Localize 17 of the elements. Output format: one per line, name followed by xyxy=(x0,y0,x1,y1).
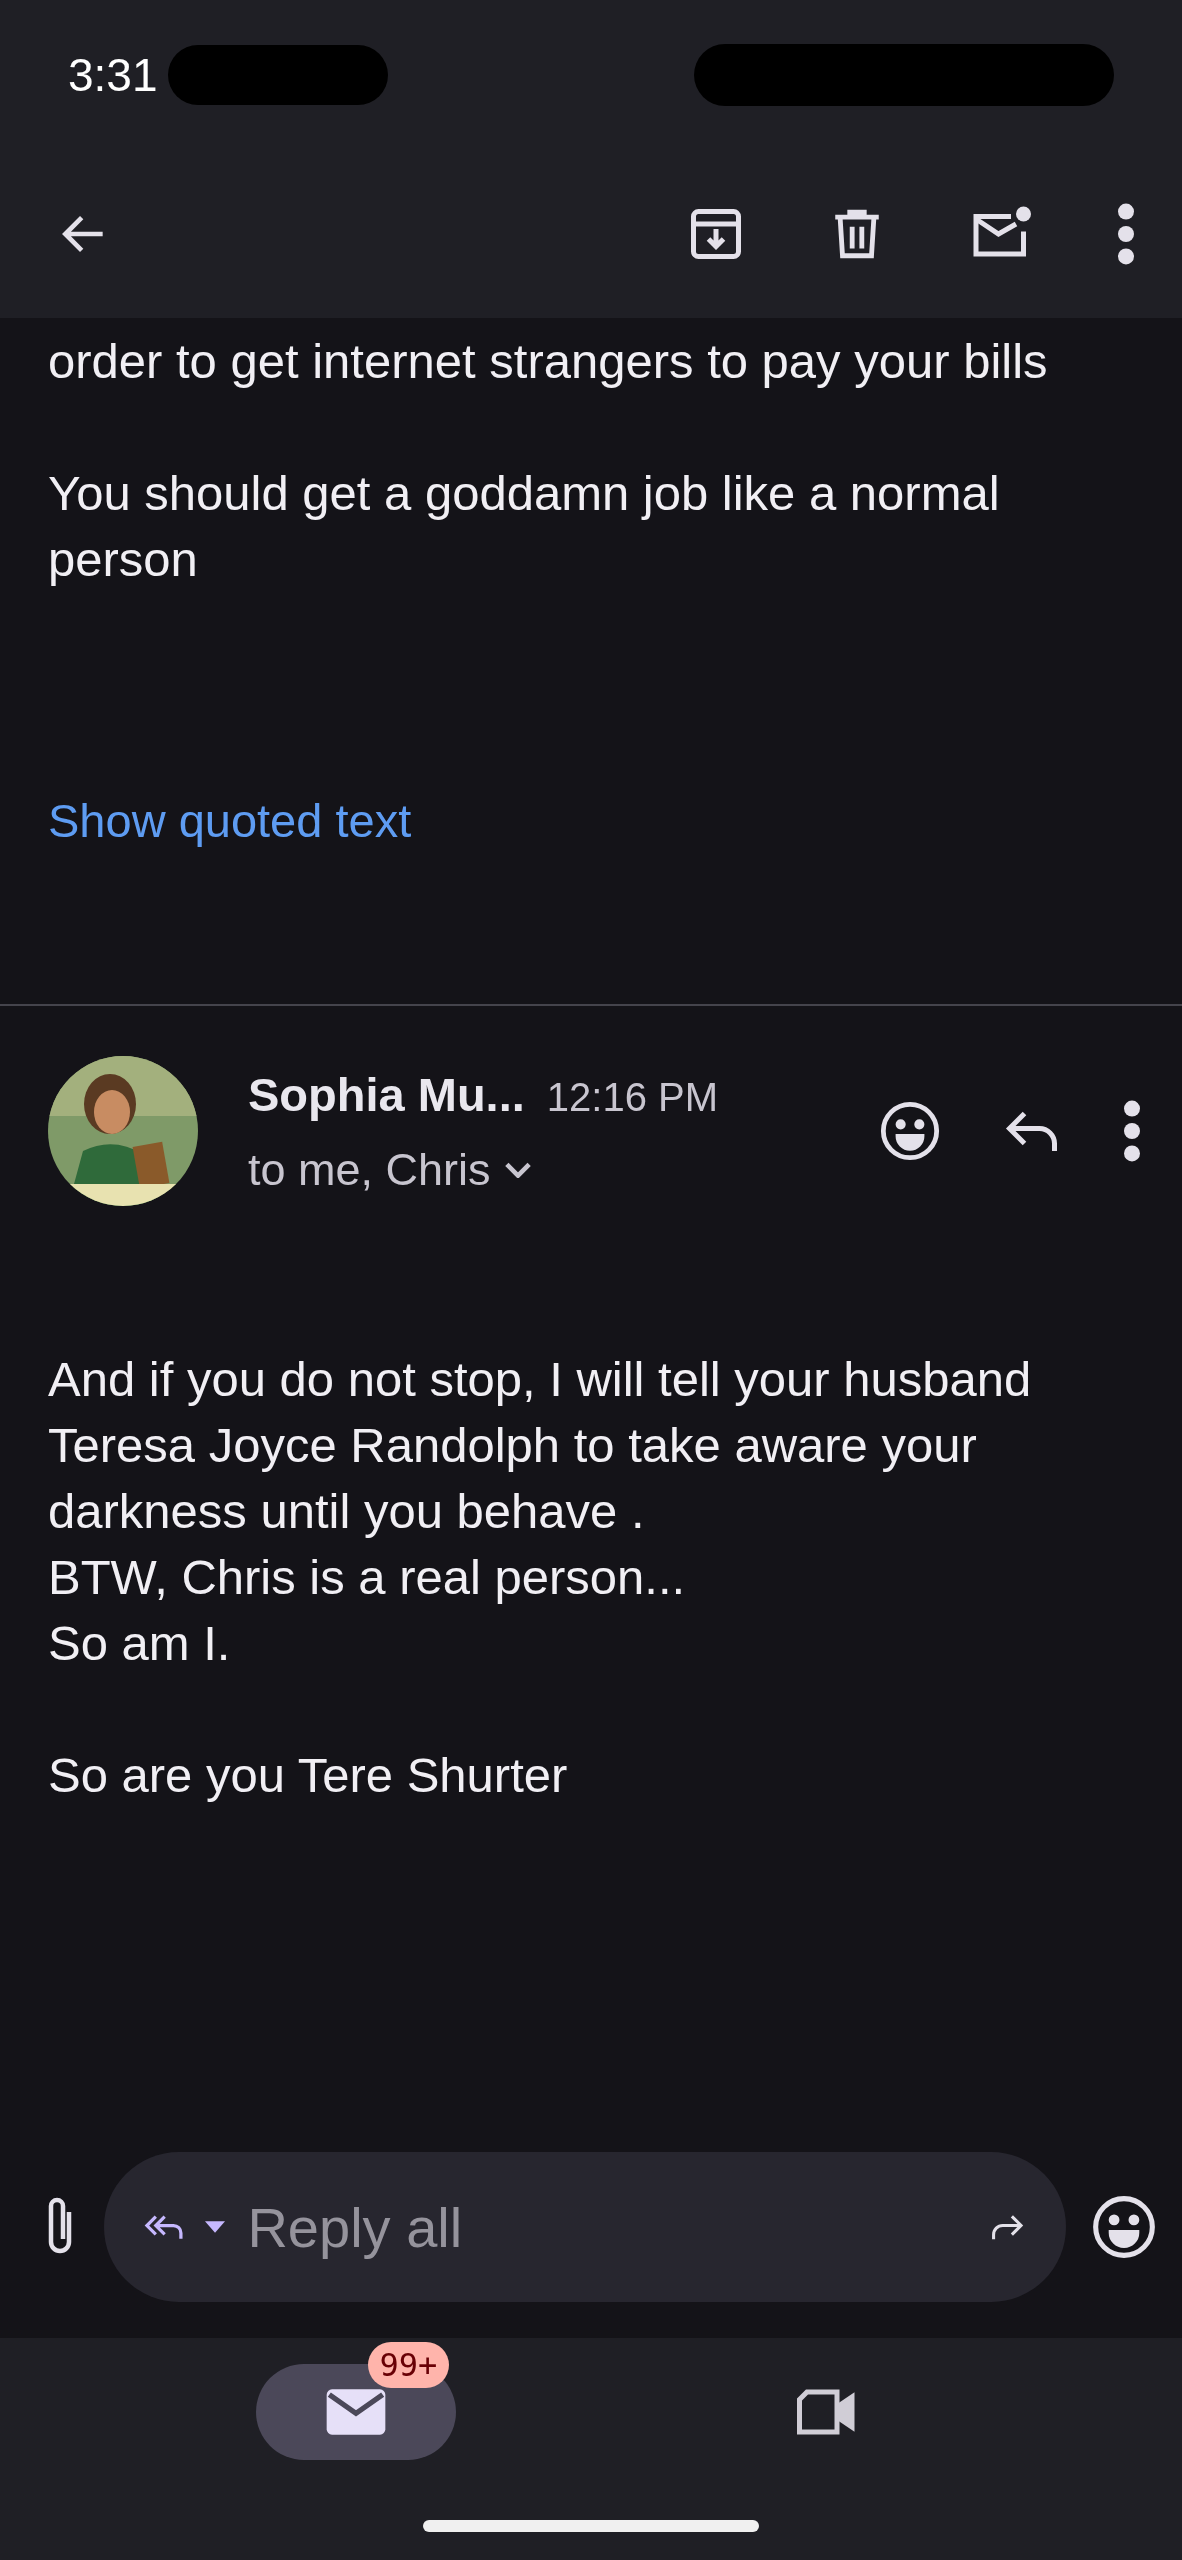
status-time: 3:31 xyxy=(68,48,158,102)
message-text: order to get internet strangers to pay your bills xyxy=(48,333,1049,390)
emoji-icon[interactable] xyxy=(878,1099,942,1163)
message-text: You should get a goddamn job like a normal person xyxy=(48,465,1001,588)
more-icon[interactable] xyxy=(1122,1099,1142,1163)
recipients-toggle[interactable]: to me, Chris xyxy=(248,1143,828,1196)
unread-badge: 99+ xyxy=(367,2342,450,2388)
message-text: So are you Tere Shurter xyxy=(48,1747,569,1804)
more-icon[interactable] xyxy=(1116,202,1136,266)
message-text: And if you do not stop, I will tell your husband Teresa Joyce Randolph to take aware your darkness until you behave . BTW, Chris is a real person... So am I. xyxy=(48,1351,1033,1672)
show-quoted-link[interactable]: Show quoted text xyxy=(48,788,412,854)
message-time: 12:16 PM xyxy=(546,1074,718,1120)
emoji-icon[interactable] xyxy=(1090,2193,1158,2261)
chevron-down-icon xyxy=(504,1161,531,1178)
sender-name: Sophia Mu... xyxy=(248,1066,525,1122)
reply-bar[interactable]: Reply all xyxy=(104,2152,1066,2302)
reply-field[interactable]: Reply all xyxy=(245,2193,970,2261)
